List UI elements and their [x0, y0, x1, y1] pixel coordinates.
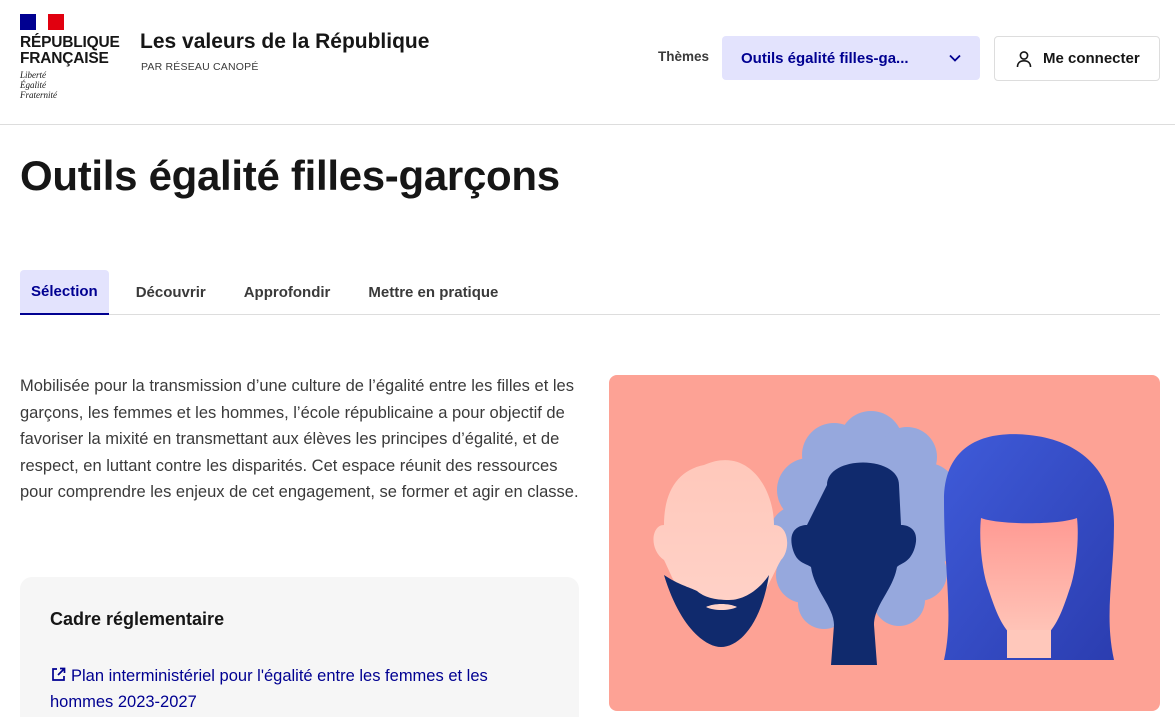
- chevron-down-icon: [948, 51, 962, 65]
- marianne-flag-icon: [20, 14, 64, 30]
- login-button[interactable]: Me connecter: [994, 36, 1160, 81]
- themes-select-value: Outils égalité filles-ga...: [741, 49, 909, 67]
- user-icon: [1015, 50, 1033, 68]
- tab-mettre-en-pratique[interactable]: Mettre en pratique: [349, 270, 517, 314]
- illustration-three-faces: [609, 375, 1160, 711]
- card-title: Cadre réglementaire: [50, 609, 225, 629]
- plan-link-label: Plan interministériel pour l'égalité ent…: [50, 667, 488, 711]
- tab-bar: Sélection Découvrir Approfondir Mettre e…: [20, 270, 1160, 315]
- faces-illustration-icon: [653, 411, 1114, 665]
- site-header: RÉPUBLIQUE FRANÇAISE Liberté Égalité Fra…: [0, 0, 1175, 125]
- republique-francaise-logo[interactable]: RÉPUBLIQUE FRANÇAISE Liberté Égalité Fra…: [20, 14, 125, 100]
- tab-decouvrir[interactable]: Découvrir: [109, 270, 225, 314]
- logo-name: RÉPUBLIQUE FRANÇAISE: [20, 34, 120, 67]
- page-title: Outils égalité filles-garçons: [20, 152, 560, 199]
- plan-interministeriel-link[interactable]: Plan interministériel pour l'égalité ent…: [50, 663, 549, 715]
- intro-text: Mobilisée pour la transmission d’une cul…: [20, 377, 579, 501]
- login-label: Me connecter: [1043, 50, 1140, 67]
- external-link-icon: [50, 665, 67, 682]
- site-title[interactable]: Les valeurs de la République: [140, 30, 429, 54]
- logo-motto: Liberté Égalité Fraternité: [20, 70, 57, 100]
- tab-approfondir[interactable]: Approfondir: [225, 270, 350, 314]
- tab-selection[interactable]: Sélection: [20, 270, 109, 315]
- regulatory-card: Cadre réglementaire Plan interministérie…: [20, 577, 579, 717]
- themes-label: Thèmes: [658, 49, 710, 64]
- site-subtitle: PAR RÉSEAU CANOPÉ: [141, 61, 259, 73]
- themes-select[interactable]: Outils égalité filles-ga...: [722, 36, 980, 80]
